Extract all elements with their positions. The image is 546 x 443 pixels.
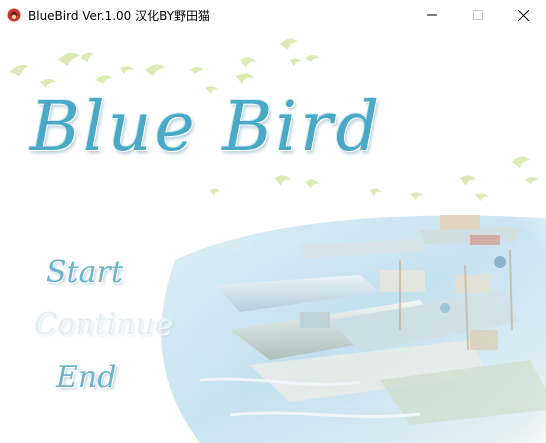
title-screen: Blue Bird Start Continue End bbox=[0, 30, 546, 443]
close-button[interactable] bbox=[500, 0, 546, 30]
minimize-icon bbox=[427, 14, 437, 16]
maximize-button[interactable] bbox=[455, 0, 501, 30]
continue-menu-item[interactable]: Continue bbox=[34, 307, 172, 342]
window-title: BlueBird Ver.1.00 汉化BY野田猫 bbox=[28, 8, 211, 23]
title-bar[interactable]: BlueBird Ver.1.00 汉化BY野田猫 bbox=[0, 0, 546, 30]
end-menu-item[interactable]: End bbox=[56, 360, 116, 395]
start-menu-item[interactable]: Start bbox=[46, 255, 123, 290]
maximize-icon bbox=[473, 10, 483, 20]
game-logo: Blue Bird bbox=[30, 88, 383, 167]
game-window: BlueBird Ver.1.00 汉化BY野田猫 Blue Bird Star… bbox=[0, 0, 546, 443]
close-icon bbox=[517, 9, 529, 21]
bird-icon bbox=[6, 7, 22, 23]
minimize-button[interactable] bbox=[409, 0, 455, 30]
